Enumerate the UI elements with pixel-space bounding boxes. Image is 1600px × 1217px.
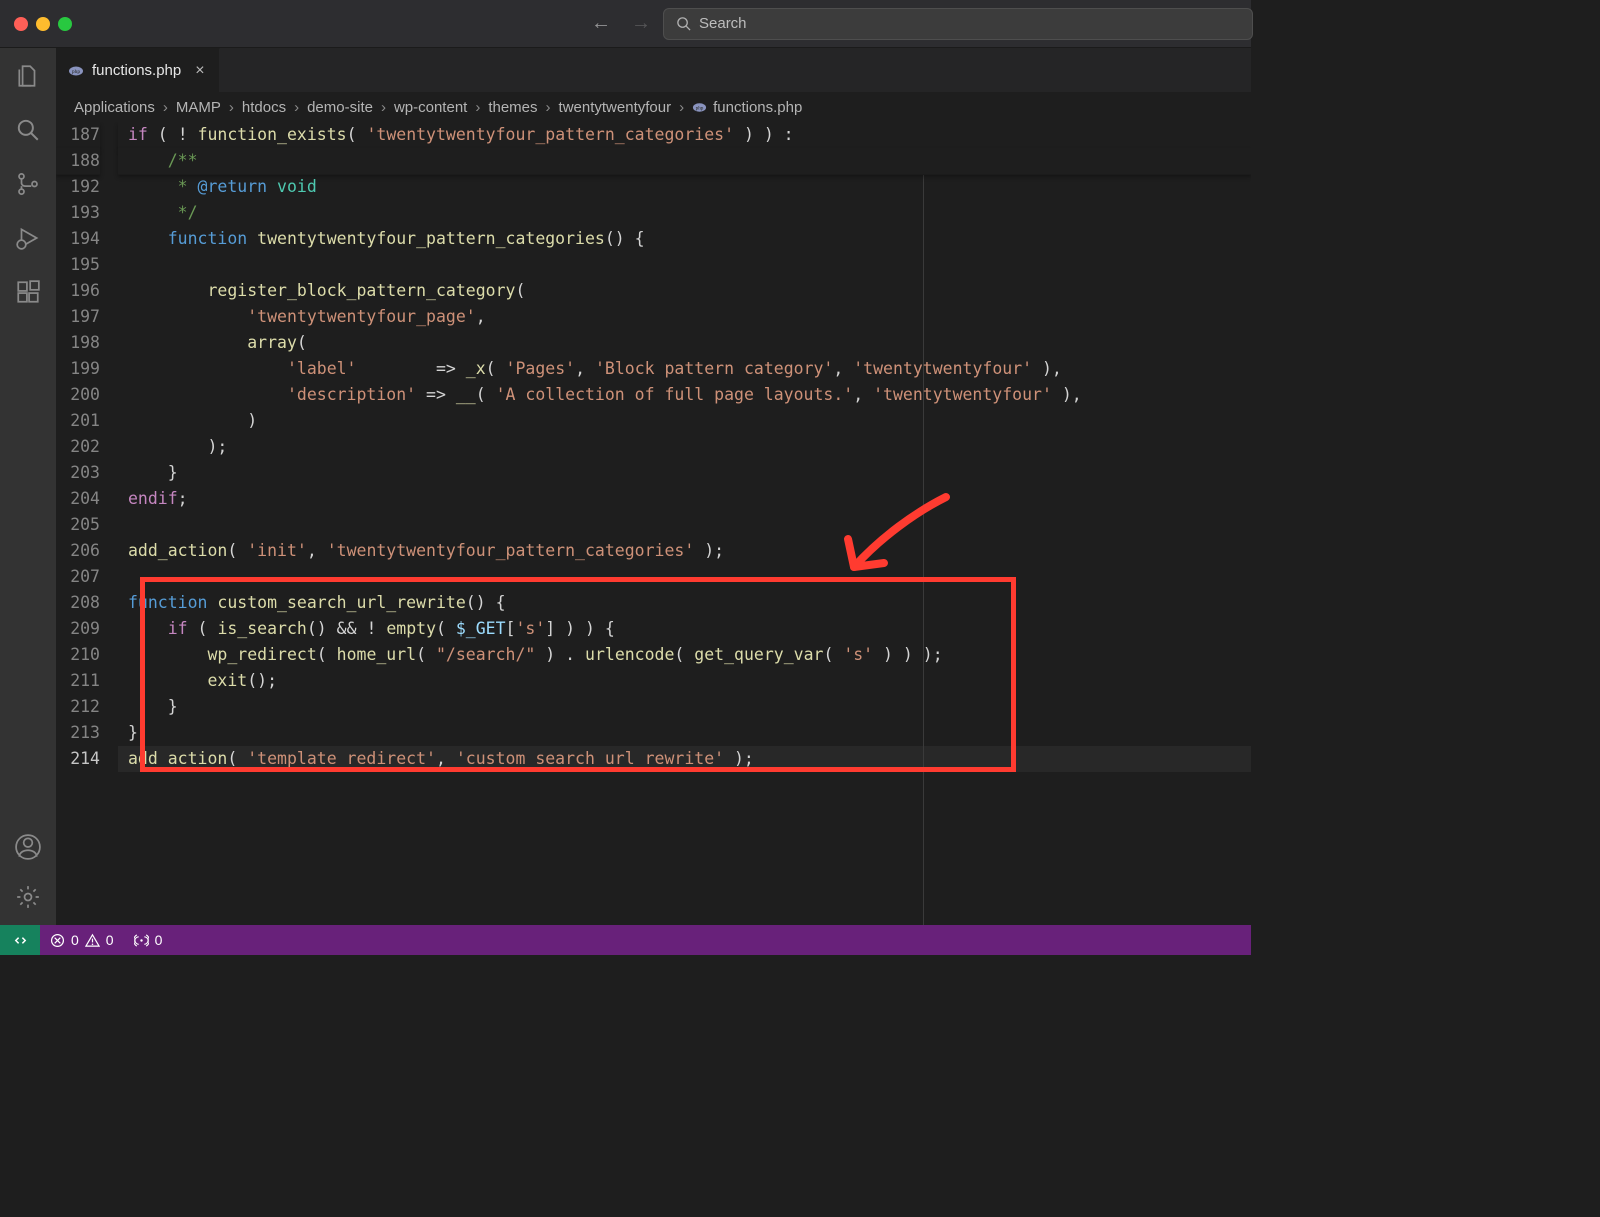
breadcrumbs[interactable]: Applications › MAMP › htdocs › demo-site › wp-co… — [56, 92, 1251, 122]
title-bar: ← → Search — [0, 0, 1251, 48]
chevron-right-icon: › — [475, 99, 480, 116]
search-placeholder: Search — [699, 15, 747, 32]
code-editor[interactable]: 1871881921931941951961971981992002012022… — [56, 122, 1251, 925]
chevron-right-icon: › — [229, 99, 234, 116]
breadcrumb-item[interactable]: themes — [488, 99, 537, 116]
chevron-right-icon: › — [294, 99, 299, 116]
breadcrumb-item[interactable]: wp-content — [394, 99, 467, 116]
maximize-window-button[interactable] — [58, 17, 72, 31]
tab-strip: php functions.php × — [56, 48, 1251, 92]
error-count: 0 — [71, 932, 79, 948]
nav-arrows: ← → — [591, 12, 663, 35]
ports-count: 0 — [155, 932, 163, 948]
breadcrumb-item[interactable]: htdocs — [242, 99, 286, 116]
svg-text:php: php — [72, 69, 81, 75]
warning-icon — [85, 933, 100, 948]
breadcrumb-item[interactable]: twentytwentyfour — [559, 99, 672, 116]
search-icon — [676, 16, 691, 31]
radio-tower-icon — [134, 933, 149, 948]
tab-functions-php[interactable]: php functions.php × — [56, 48, 220, 92]
search-activity-icon[interactable] — [14, 116, 42, 144]
breadcrumb-item[interactable]: MAMP — [176, 99, 221, 116]
status-bar: 0 0 0 — [0, 925, 1251, 955]
extensions-icon[interactable] — [14, 278, 42, 306]
breadcrumb-item[interactable]: Applications — [74, 99, 155, 116]
settings-gear-icon[interactable] — [14, 883, 42, 911]
close-window-button[interactable] — [14, 17, 28, 31]
window-controls — [0, 17, 72, 31]
accounts-icon[interactable] — [14, 833, 42, 861]
tab-label: functions.php — [92, 62, 181, 79]
chevron-right-icon: › — [546, 99, 551, 116]
run-debug-icon[interactable] — [14, 224, 42, 252]
editor-group: php functions.php × Applications › MAMP › ht… — [56, 48, 1251, 925]
warning-count: 0 — [106, 932, 114, 948]
tab-close-icon[interactable]: × — [195, 63, 204, 79]
source-control-icon[interactable] — [14, 170, 42, 198]
svg-text:php: php — [696, 105, 704, 111]
code-area[interactable]: if ( ! function_exists( 'twentytwentyfou… — [118, 122, 1251, 925]
ports-button[interactable]: 0 — [124, 925, 173, 955]
minimize-window-button[interactable] — [36, 17, 50, 31]
remote-button[interactable] — [0, 925, 40, 955]
breadcrumb-item[interactable]: phpfunctions.php — [692, 99, 802, 116]
chevron-right-icon: › — [679, 99, 684, 116]
explorer-icon[interactable] — [14, 62, 42, 90]
chevron-right-icon: › — [381, 99, 386, 116]
chevron-right-icon: › — [163, 99, 168, 116]
line-number-gutter: 1871881921931941951961971981992002012022… — [56, 122, 118, 925]
nav-forward-button: → — [631, 12, 651, 35]
error-icon — [50, 933, 65, 948]
command-center-search[interactable]: Search — [663, 8, 1253, 40]
php-file-icon: php — [68, 63, 84, 79]
problems-button[interactable]: 0 0 — [40, 925, 124, 955]
nav-back-button[interactable]: ← — [591, 12, 611, 35]
activity-bar — [0, 48, 56, 925]
breadcrumb-item[interactable]: demo-site — [307, 99, 373, 116]
